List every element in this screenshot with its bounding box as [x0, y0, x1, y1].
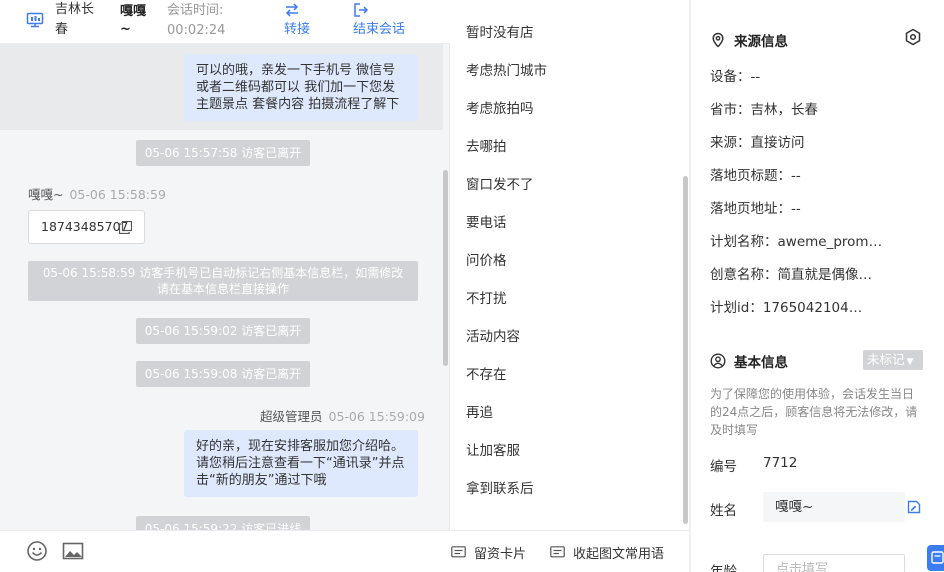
phrase-scrollbar[interactable]: [683, 176, 688, 524]
phone-number: 18743485707: [41, 219, 129, 234]
phrase-item[interactable]: 问价格: [466, 251, 507, 271]
chat-workspace: 吉林长春 嘎嘎~ 会话时间: 00:02:24 转接 结束会话 可以的哦，亲发一…: [0, 0, 944, 572]
source-channel-info: 来源：直接访问: [710, 135, 805, 151]
sender-name: 嘎嘎~: [28, 187, 64, 202]
basic-info-title: 基本信息: [734, 355, 788, 371]
end-session-button[interactable]: 结束会话: [353, 0, 423, 39]
phrase-item[interactable]: 考虑旅拍吗: [466, 99, 534, 119]
message-time: 05-06 15:58:59: [69, 187, 166, 202]
transfer-button[interactable]: 转接: [284, 0, 354, 39]
phrase-item[interactable]: 不打扰: [466, 289, 507, 309]
province-city-info: 省市：吉林，长春: [710, 102, 818, 118]
system-message: 05-06 15:59:22 访客已进线: [136, 516, 310, 530]
phrase-item[interactable]: 不存在: [466, 365, 507, 385]
location-pin-icon: [712, 32, 724, 48]
agent-message-meta: 超级管理员 05-06 15:59:09: [260, 406, 425, 425]
phrase-item[interactable]: 拿到联系后: [466, 479, 534, 499]
system-message: 05-06 15:57:58 访客已离开: [136, 140, 310, 166]
lead-card-label: 留资卡片: [474, 547, 527, 562]
landing-url-info: 落地页地址：--: [710, 201, 801, 217]
user-circle-icon: [710, 353, 726, 369]
system-message: 05-06 15:59:02 访客已离开: [136, 318, 310, 344]
lead-card-button[interactable]: 留资卡片: [451, 543, 526, 562]
agent-message: 可以的哦，亲发一下手机号 微信号或者二维码都可以 我们加一下您发主题景点 套餐内…: [184, 54, 418, 121]
settings-hex-icon[interactable]: [904, 28, 922, 46]
phrase-item[interactable]: 让加客服: [466, 441, 520, 461]
chat-scrollbar[interactable]: [443, 170, 448, 366]
phrase-toolbar: 留资卡片 收起图文常用语: [451, 530, 689, 572]
collapse-phrases-button[interactable]: 收起图文常用语: [550, 543, 664, 562]
floating-action-button[interactable]: [927, 545, 944, 571]
system-message: 05-06 15:59:08 访客已离开: [136, 361, 310, 387]
visitor-location: 吉林长春: [55, 2, 95, 37]
transfer-icon: [285, 3, 299, 17]
phrase-item[interactable]: 要电话: [466, 213, 507, 233]
phone-number-card[interactable]: 18743485707: [28, 210, 145, 244]
age-input[interactable]: [763, 554, 905, 572]
document-icon: [931, 551, 944, 564]
transfer-label: 转接: [284, 22, 311, 37]
session-time-label: 会话时间:: [167, 3, 224, 18]
source-info-title: 来源信息: [734, 34, 788, 50]
emoji-icon[interactable]: [26, 540, 48, 562]
visitor-message-meta: 嘎嘎~ 05-06 15:58:59: [28, 184, 166, 203]
copy-icon[interactable]: [119, 221, 132, 234]
name-label: 姓名: [710, 503, 737, 519]
name-field[interactable]: 嘎嘎~: [763, 492, 905, 522]
phrase-item[interactable]: 窗口发不了: [466, 175, 534, 195]
agent-message: 好的亲，现在安排客服加您介绍哈。请您稍后注意查看一下“通讯录”并点击“新的朋友”…: [184, 430, 418, 497]
tag-dropdown[interactable]: 未标记 ▼: [863, 350, 923, 370]
tag-dropdown-value: 未标记: [867, 352, 905, 367]
phrase-item[interactable]: 活动内容: [466, 327, 520, 347]
quick-phrase-panel: 暂时没有店 考虑热门城市 考虑旅拍吗 去哪拍 窗口发不了 要电话 问价格 不打扰…: [451, 0, 689, 572]
landing-title-info: 落地页标题：--: [710, 168, 801, 184]
message-list[interactable]: 可以的哦，亲发一下手机号 微信号或者二维码都可以 我们加一下您发主题景点 套餐内…: [0, 44, 450, 530]
device-info: 设备：--: [710, 69, 761, 85]
plan-name-info: 计划名称：aweme_promotion_1765042104...: [710, 234, 888, 250]
id-label: 编号: [710, 459, 737, 475]
image-icon[interactable]: [62, 540, 84, 562]
caret-down-icon: ▼: [906, 357, 914, 367]
source-info-header: 来源信息: [710, 30, 788, 50]
basic-info-header: 基本信息: [710, 351, 788, 371]
id-value: 7712: [763, 455, 798, 471]
end-session-label: 结束会话: [353, 22, 406, 37]
chat-input-toolbar: [0, 530, 450, 572]
edit-deadline-note: 为了保障您的使用体验，会话发生当日的24点之后，顾客信息将无法修改，请及时填写: [710, 387, 918, 437]
message-icon: [550, 546, 565, 558]
chat-header: 吉林长春 嘎嘎~ 会话时间: 00:02:24 转接 结束会话: [0, 0, 450, 44]
age-label: 年龄: [710, 564, 737, 572]
system-message: 05-06 15:58:59 访客手机号已自动标记右侧基本信息栏，如需修改请在基…: [28, 261, 418, 301]
phrase-item[interactable]: 去哪拍: [466, 137, 507, 157]
card-icon: [451, 546, 466, 558]
plan-id-info: 计划id：1765042104417...: [710, 300, 868, 316]
message-time: 05-06 15:59:09: [328, 409, 425, 424]
chat-panel: 吉林长春 嘎嘎~ 会话时间: 00:02:24 转接 结束会话 可以的哦，亲发一…: [0, 0, 450, 572]
monitor-icon: [26, 12, 44, 28]
visitor-info-panel: 来源信息 设备：-- 省市：吉林，长春 来源：直接访问 落地页标题：-- 落地页…: [691, 0, 944, 572]
logout-icon: [354, 3, 369, 17]
phrase-item[interactable]: 暂时没有店: [466, 23, 534, 43]
session-time-value: 00:02:24: [167, 23, 226, 38]
sender-name: 超级管理员: [260, 409, 323, 424]
edit-icon[interactable]: [907, 500, 921, 514]
phrase-item[interactable]: 考虑热门城市: [466, 61, 547, 81]
visitor-name: 嘎嘎~: [120, 4, 147, 37]
creative-name-info: 创意名称：简直就是偶像剧...: [710, 267, 876, 283]
phrase-item[interactable]: 再追: [466, 403, 493, 423]
collapse-phrases-label: 收起图文常用语: [573, 547, 665, 562]
